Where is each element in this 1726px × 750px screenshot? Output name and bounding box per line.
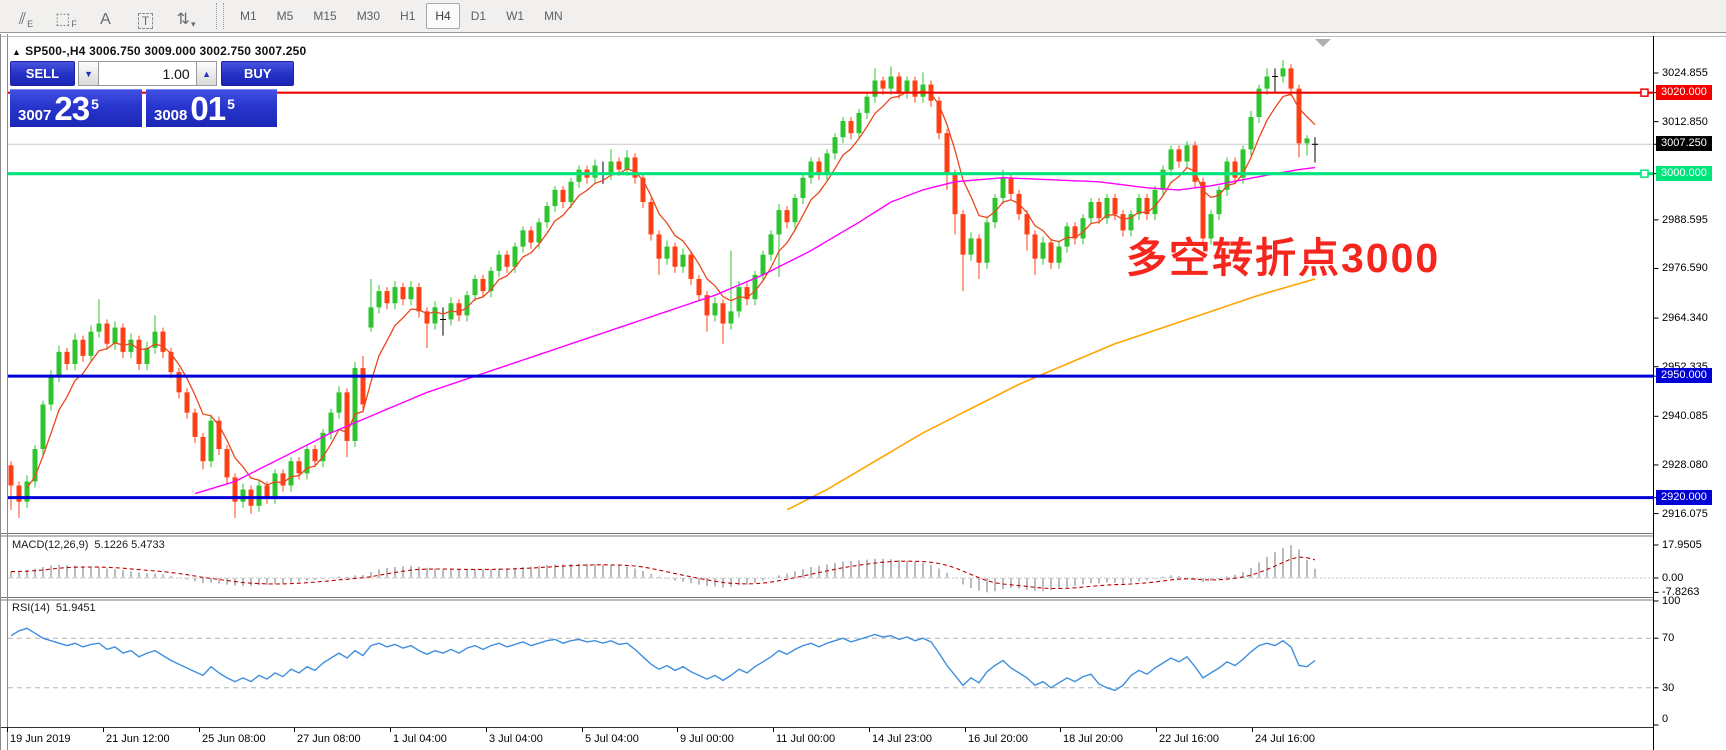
- buy-price-fraction: 5: [227, 98, 235, 110]
- timeframe-h1-button[interactable]: H1: [391, 3, 424, 29]
- timeframe-w1-button[interactable]: W1: [497, 3, 533, 29]
- timeframe-m15-button[interactable]: M15: [304, 3, 345, 29]
- chart-container: ▲ SP500-,H4 3006.750 3009.000 3002.750 30…: [0, 34, 1726, 750]
- grid-f-icon[interactable]: ⬚F: [49, 3, 83, 29]
- timeframe-h4-button[interactable]: H4: [426, 3, 459, 29]
- timeframe-m5-button[interactable]: M5: [268, 3, 303, 29]
- macd-scale-17.9505: 17.9505: [1662, 538, 1702, 552]
- timeframe-d1-button[interactable]: D1: [462, 3, 495, 29]
- time-label: 5 Jul 04:00: [585, 733, 639, 745]
- time-label: 16 Jul 20:00: [968, 733, 1028, 745]
- timeframe-m1-button[interactable]: M1: [231, 3, 266, 29]
- toolbar: ⫽E⬚FAT⇅▾ M1M5M15M30H1H4D1W1MN: [0, 0, 1726, 33]
- price-label-2988.595: 2988.595: [1662, 213, 1708, 227]
- sell-price-box[interactable]: 3007 23 5: [10, 89, 142, 127]
- macd-label: MACD(12,26,9)5.1226 5.4733: [12, 539, 165, 551]
- price-label-2950.000: 2950.000: [1656, 368, 1712, 383]
- price-label-3007.250: 3007.250: [1656, 136, 1712, 151]
- sell-price-handle: 3007: [18, 107, 51, 124]
- rsi-scale-0: 0: [1662, 712, 1668, 726]
- chart-title: ▲ SP500-,H4 3006.750 3009.000 3002.750 30…: [12, 44, 306, 58]
- price-label-2964.340: 2964.340: [1662, 311, 1708, 325]
- macd-scale-0.00: 0.00: [1662, 571, 1683, 585]
- chart-text-annotation: 多空转折点3000: [1126, 224, 1440, 284]
- collapse-triangle-icon[interactable]: ▲: [12, 47, 21, 57]
- buy-button[interactable]: BUY: [221, 61, 294, 86]
- rsi-label: RSI(14)51.9451: [12, 602, 96, 614]
- text-a-icon[interactable]: A: [89, 3, 123, 29]
- time-label: 27 Jun 08:00: [297, 733, 361, 745]
- price-label-2920.000: 2920.000: [1656, 490, 1712, 505]
- price-label-2916.075: 2916.075: [1662, 507, 1708, 521]
- buy-price-box[interactable]: 3008 01 5: [146, 89, 277, 127]
- sell-price-fraction: 5: [91, 98, 99, 110]
- price-label-3012.850: 3012.850: [1662, 115, 1708, 129]
- time-label: 25 Jun 08:00: [202, 733, 266, 745]
- time-label: 18 Jul 20:00: [1063, 733, 1123, 745]
- mt4-window: ⫽E⬚FAT⇅▾ M1M5M15M30H1H4D1W1MN ▲ SP500-,H4…: [0, 0, 1726, 750]
- timeframe-m30-button[interactable]: M30: [348, 3, 389, 29]
- price-label-2940.085: 2940.085: [1662, 409, 1708, 423]
- toolbar-separator: [216, 3, 224, 29]
- rsi-scale-100: 100: [1662, 594, 1680, 608]
- time-label: 11 Jul 00:00: [776, 733, 835, 745]
- buy-price-pips: 01: [190, 94, 225, 124]
- time-label: 9 Jul 00:00: [680, 733, 734, 745]
- chart-draw-e-icon[interactable]: ⫽E: [9, 3, 43, 29]
- time-label: 21 Jun 12:00: [106, 733, 170, 745]
- volume-increase-button[interactable]: ▲: [196, 61, 218, 86]
- rsi-scale-70: 70: [1662, 631, 1674, 645]
- time-label: 19 Jun 2019: [10, 733, 71, 745]
- textbox-t-icon[interactable]: T: [129, 3, 163, 29]
- volume-input[interactable]: 1.00: [99, 61, 195, 86]
- chart-plot[interactable]: [0, 34, 1726, 750]
- buy-price-handle: 3008: [154, 107, 187, 124]
- price-label-3020.000: 3020.000: [1656, 85, 1712, 100]
- time-label: 1 Jul 04:00: [393, 733, 447, 745]
- sell-button[interactable]: SELL: [10, 61, 75, 86]
- arrows-dropdown-icon[interactable]: ⇅▾: [169, 3, 203, 29]
- volume-decrease-button[interactable]: ▼: [78, 61, 100, 86]
- sell-price-pips: 23: [54, 94, 89, 124]
- chart-title-text: SP500-,H4 3006.750 3009.000 3002.750 300…: [25, 44, 306, 58]
- rsi-scale-30: 30: [1662, 681, 1674, 695]
- time-label: 24 Jul 16:00: [1255, 733, 1315, 745]
- one-click-trading-panel: SELL ▼ 1.00 ▲ BUY 3007 23 5 3008 01 5: [10, 61, 294, 127]
- time-label: 22 Jul 16:00: [1159, 733, 1219, 745]
- time-label: 14 Jul 23:00: [872, 733, 932, 745]
- price-label-2976.590: 2976.590: [1662, 261, 1708, 275]
- price-label-3000.000: 3000.000: [1656, 166, 1712, 181]
- price-label-3024.855: 3024.855: [1662, 66, 1708, 80]
- time-label: 3 Jul 04:00: [489, 733, 543, 745]
- timeframe-mn-button[interactable]: MN: [535, 3, 572, 29]
- price-label-2928.080: 2928.080: [1662, 458, 1708, 472]
